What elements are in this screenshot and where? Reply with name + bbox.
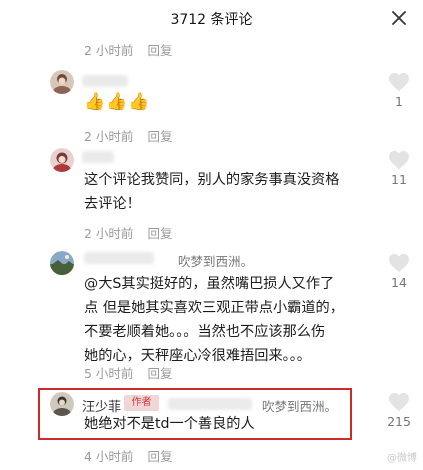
- comment-text: 她绝对不是td一个善良的人: [84, 416, 255, 432]
- heart-icon: [389, 150, 409, 170]
- comment-time: 2 小时前: [84, 129, 134, 144]
- like-count: 11: [391, 172, 407, 187]
- like-button[interactable]: 11: [387, 150, 411, 187]
- username-redacted: [82, 75, 128, 87]
- like-button[interactable]: 14: [387, 253, 411, 290]
- comment-emoji: 👍👍👍: [84, 92, 151, 112]
- reply-button[interactable]: 回复: [147, 449, 172, 464]
- like-count: 215: [387, 414, 411, 429]
- reply-to-name[interactable]: 吹梦到西洲。: [178, 251, 253, 270]
- like-count: 14: [391, 275, 407, 290]
- username-redacted: [82, 151, 114, 163]
- comment-time: 5 小时前: [84, 366, 134, 381]
- comment-text: @大S其实挺好的，虽然嘴巴损人又作了 点 但是她其实喜欢三观正带点小霸道的， 不…: [84, 272, 344, 368]
- reply-button[interactable]: 回复: [147, 366, 172, 381]
- comment-meta: 2 小时前 回复: [84, 126, 172, 145]
- avatar[interactable]: [50, 392, 74, 416]
- comment-count-title: 3712 条评论: [170, 12, 253, 28]
- avatar[interactable]: [50, 70, 74, 94]
- comment-meta: 2 小时前 回复: [84, 223, 172, 242]
- heart-icon: [389, 72, 409, 92]
- comment-line: 不要老顺着她。。。当然也不应该那么伤: [84, 324, 326, 340]
- comment-line: @大S其实挺好的，虽然嘴巴损人又作了: [84, 276, 335, 292]
- like-button[interactable]: 215: [387, 392, 411, 429]
- heart-icon: [389, 392, 409, 412]
- watermark: @微博: [387, 453, 417, 464]
- like-count: 1: [395, 94, 403, 109]
- comment-time: 4 小时前: [84, 449, 134, 464]
- avatar[interactable]: [50, 251, 74, 275]
- comment-meta: 2 小时前 回复: [84, 40, 172, 59]
- reply-button[interactable]: 回复: [147, 129, 172, 144]
- comment-meta: 5 小时前 回复: [84, 363, 172, 382]
- username-redacted: [168, 398, 252, 410]
- avatar[interactable]: [50, 148, 74, 172]
- close-icon[interactable]: [389, 8, 409, 28]
- reply-button[interactable]: 回复: [147, 226, 172, 241]
- heart-icon: [389, 253, 409, 273]
- reply-button[interactable]: 回复: [147, 43, 172, 58]
- comment-time: 2 小时前: [84, 43, 134, 58]
- comment-time: 2 小时前: [84, 226, 134, 241]
- comment-line: 点 但是她其实喜欢三观正带点小霸道的，: [84, 300, 344, 316]
- comments-header: 3712 条评论: [0, 0, 423, 36]
- like-button[interactable]: 1: [387, 72, 411, 109]
- comment-line: 这个评论我赞同，别人的家务事真没资格: [84, 172, 340, 188]
- comment-meta: 4 小时前 回复: [84, 446, 172, 465]
- author-badge: 作者: [124, 395, 159, 411]
- username-redacted: [84, 252, 154, 264]
- comment-text: 这个评论我赞同，别人的家务事真没资格 去评论！: [84, 168, 339, 216]
- comment-line: 去评论！: [84, 196, 141, 212]
- reply-to-name[interactable]: 吹梦到西洲。: [262, 396, 337, 415]
